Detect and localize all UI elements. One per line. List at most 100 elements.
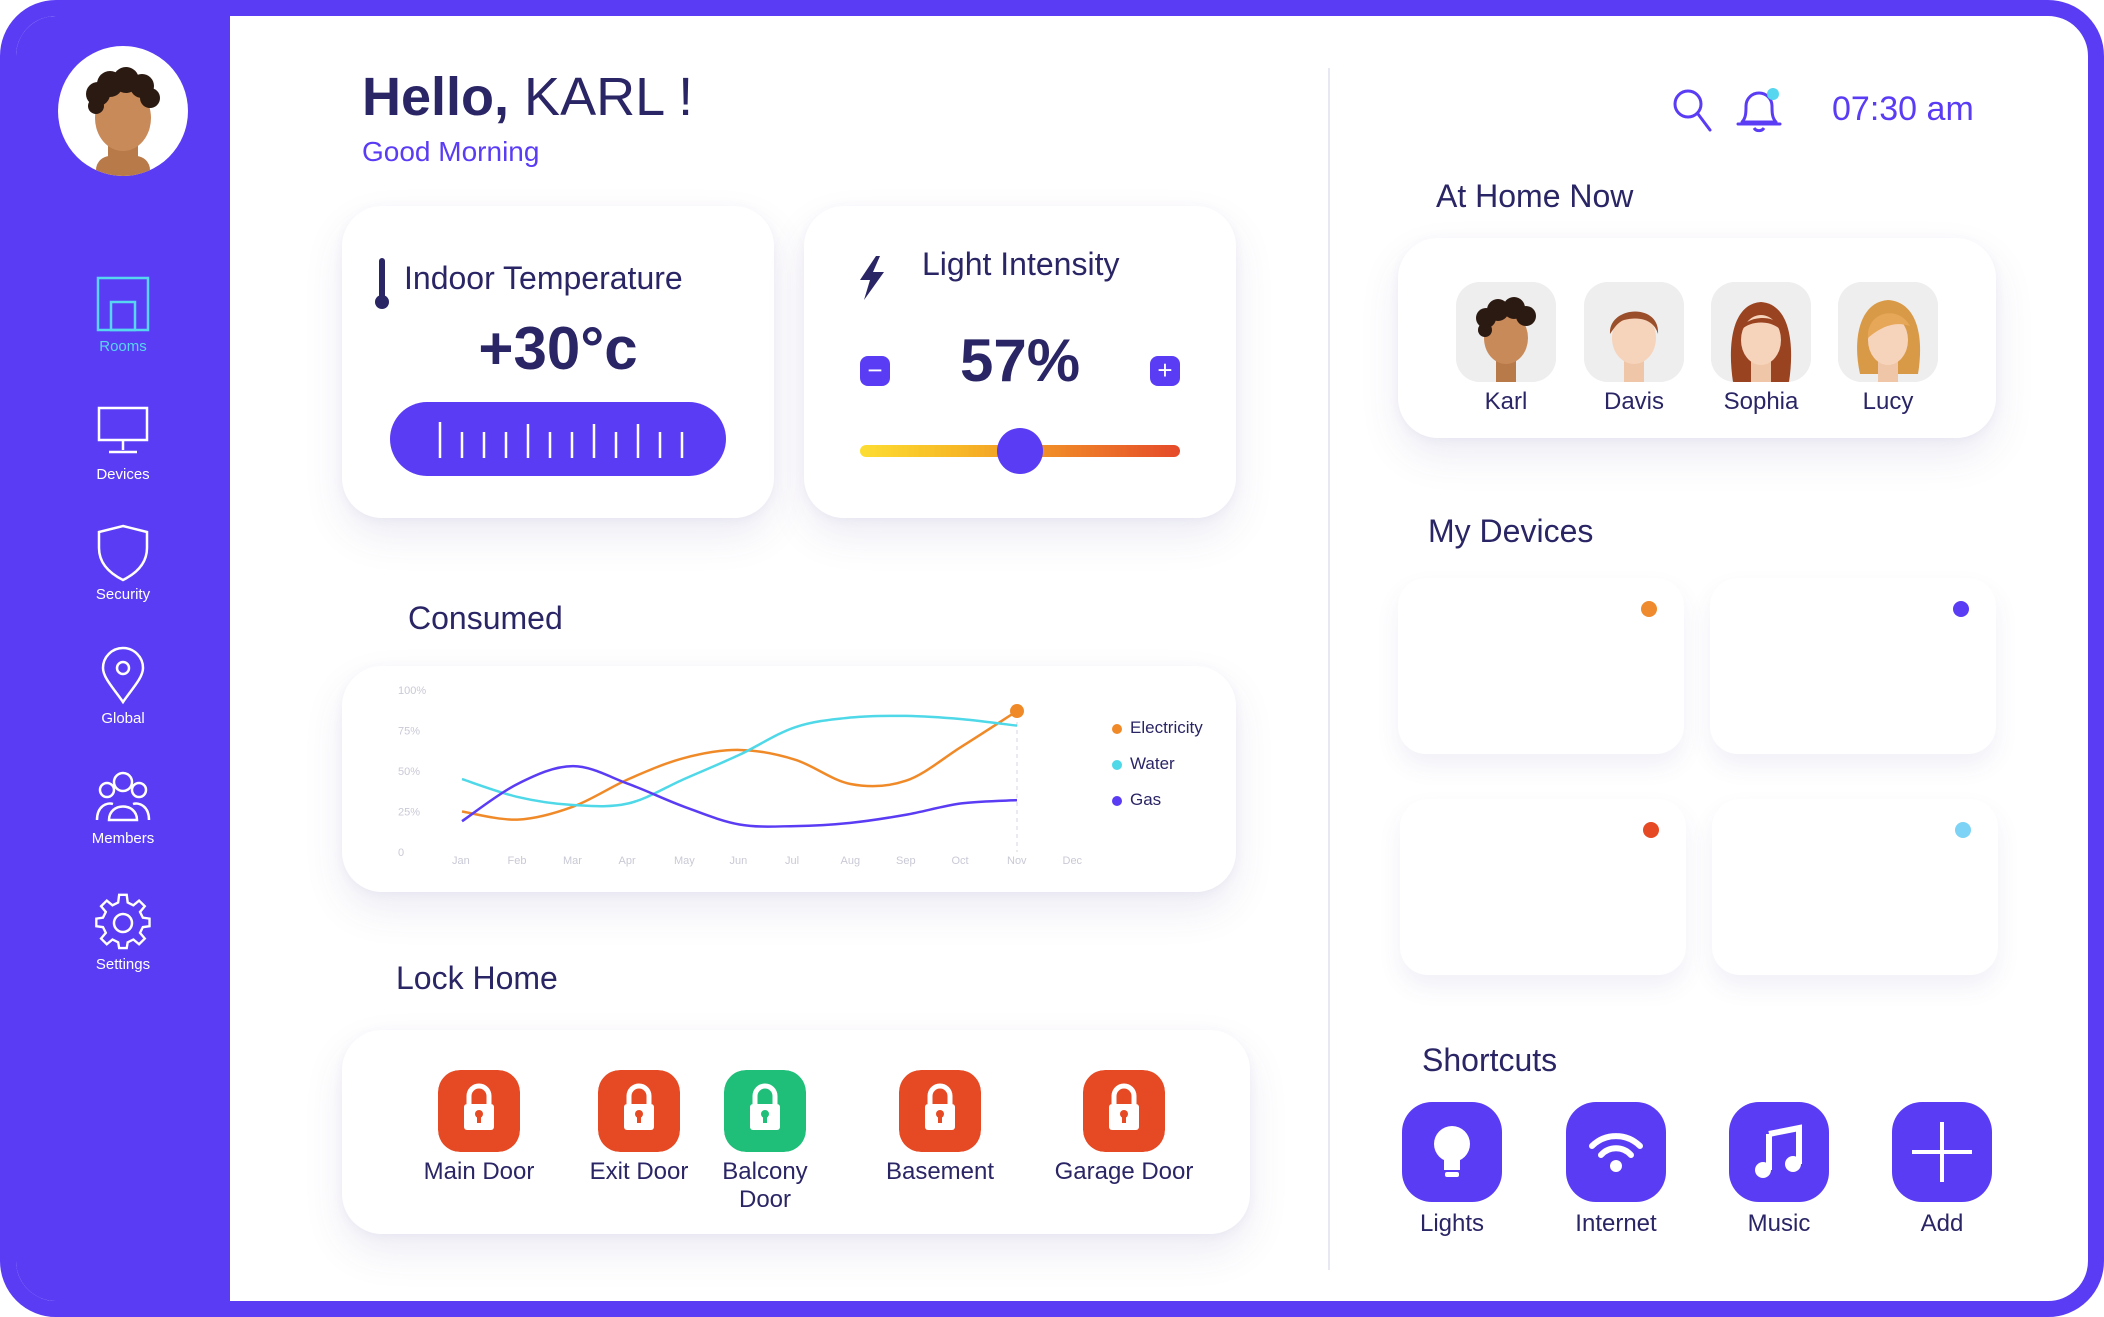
y-tick-label: 50% <box>398 766 420 778</box>
greeting-subtitle: Good Morning <box>362 136 540 167</box>
temperature-scale-bar[interactable] <box>390 402 726 476</box>
shortcut-button[interactable] <box>1402 1102 1502 1202</box>
sidebar-item-label: Settings <box>95 956 151 973</box>
device-card-music[interactable]: Music <box>1400 799 1686 975</box>
shortcut-lights[interactable]: Lights <box>1382 1102 1522 1238</box>
door-label: Main Door <box>423 1158 535 1185</box>
x-tick-label: May <box>674 855 695 867</box>
member-name: Davis <box>1603 388 1664 415</box>
padlock-icon <box>899 1070 981 1152</box>
lock-home-title: Lock Home <box>396 960 558 996</box>
y-tick-label: 75% <box>398 726 420 738</box>
member-name: Sophia <box>1723 388 1799 415</box>
temperature-title: Indoor Temperature <box>404 260 683 296</box>
at-home-title: At Home Now <box>1436 178 1634 214</box>
highlight-point[interactable] <box>1010 704 1024 719</box>
lock-garage-door[interactable]: Garage Door <box>1039 1070 1209 1186</box>
x-tick-label: Sep <box>896 855 916 867</box>
bulb-icon <box>1434 1126 1470 1177</box>
sidebar-item-label: Rooms <box>99 338 147 355</box>
wifi-icon <box>1589 1133 1643 1172</box>
sidebar-item-label: Members <box>91 830 155 847</box>
x-tick-label: Mar <box>563 855 582 867</box>
x-tick-label: Aug <box>841 855 861 867</box>
door-label: Basement <box>885 1158 995 1185</box>
greeting-title: Hello, KARL ! <box>362 66 693 128</box>
legend-swatch <box>1112 759 1122 770</box>
user-name: KARL ! <box>524 67 694 127</box>
indoor-temperature-card: Indoor Temperature +30°c <box>342 206 774 518</box>
member-name: Lucy <box>1862 388 1914 415</box>
shortcut-label: Lights <box>1419 1210 1485 1237</box>
temperature-ticks <box>438 422 684 458</box>
sidebar-item-rooms[interactable]: Rooms <box>16 274 230 355</box>
light-increase-button[interactable]: + <box>1150 356 1180 386</box>
music-toggle[interactable] <box>1620 819 1662 841</box>
member-sophia[interactable]: Sophia <box>1706 282 1816 416</box>
door-label: Balcony Door <box>722 1158 808 1213</box>
device-card-smart-tv[interactable]: Smart TV <box>1398 578 1684 754</box>
avatar-karl-icon <box>1456 282 1556 382</box>
sidebar-item-devices[interactable]: Devices <box>16 402 230 483</box>
rooms-icon <box>96 276 150 332</box>
y-tick-label: 0 <box>398 847 404 859</box>
shortcut-internet[interactable]: Internet <box>1546 1102 1686 1238</box>
x-tick-label: Jun <box>730 855 748 867</box>
smart-tv-toggle[interactable] <box>1618 598 1660 620</box>
members-icon <box>95 771 151 822</box>
x-tick-label: Jul <box>785 855 799 867</box>
plus-icon <box>1912 1122 1972 1182</box>
shortcut-button[interactable] <box>1729 1102 1829 1202</box>
lock-main-door[interactable]: Main Door <box>394 1070 564 1186</box>
user-avatar[interactable] <box>58 46 188 176</box>
search-icon[interactable] <box>1672 88 1712 134</box>
device-label: Smart TV <box>1438 700 1539 727</box>
shortcut-button[interactable] <box>1566 1102 1666 1202</box>
member-karl[interactable]: Karl <box>1451 282 1561 416</box>
device-label: Lamps <box>1750 700 1823 727</box>
x-tick-label: Dec <box>1063 855 1083 867</box>
shortcut-music[interactable]: Music <box>1709 1102 1849 1238</box>
legend-swatch <box>1112 723 1122 734</box>
legend-label: Water <box>1130 754 1175 773</box>
lock-exit-door[interactable]: Exit Door <box>554 1070 724 1186</box>
legend-swatch <box>1112 795 1122 806</box>
padlock-open-icon <box>724 1070 806 1152</box>
avatar-lucy-icon <box>1838 282 1938 382</box>
sidebar-item-global[interactable]: Global <box>16 646 230 727</box>
light-slider-thumb[interactable] <box>997 428 1043 474</box>
x-tick-label: Nov <box>1007 855 1027 867</box>
air-conditioners-toggle[interactable] <box>1932 819 1974 841</box>
door-label: Exit Door <box>589 1158 689 1185</box>
x-tick-label: Oct <box>952 855 969 867</box>
member-lucy[interactable]: Lucy <box>1833 282 1943 416</box>
lamps-toggle[interactable] <box>1930 598 1972 620</box>
sidebar-item-members[interactable]: Members <box>16 766 230 847</box>
music-note-icon <box>1755 1124 1802 1178</box>
device-card-air-conditioners[interactable]: Air Conditioners <box>1712 799 1998 975</box>
lock-balcony-door[interactable]: Balcony Door <box>700 1070 830 1214</box>
legend-item-water: Water <box>1112 754 1175 774</box>
device-card-lamps[interactable]: Lamps <box>1710 578 1996 754</box>
lightning-icon <box>860 256 884 300</box>
shortcut-add[interactable]: Add <box>1872 1102 2012 1238</box>
x-tick-label: Jan <box>452 855 470 867</box>
lock-basement[interactable]: Basement <box>855 1070 1025 1186</box>
notification-bell-icon[interactable] <box>1734 84 1784 136</box>
member-davis[interactable]: Davis <box>1579 282 1689 416</box>
consumed-title: Consumed <box>408 600 563 636</box>
device-label: Music <box>1440 921 1503 948</box>
sidebar-item-settings[interactable]: Settings <box>16 892 230 973</box>
legend-item-electricity: Electricity <box>1112 718 1203 738</box>
location-pin-icon <box>101 646 145 705</box>
padlock-icon <box>438 1070 520 1152</box>
temperature-value: +30°c <box>478 315 638 382</box>
legend-label: Electricity <box>1130 718 1203 737</box>
sidebar-item-label: Global <box>101 710 145 727</box>
monitor-icon <box>97 406 149 454</box>
sidebar-item-security[interactable]: Security <box>16 522 230 603</box>
y-tick-label: 25% <box>398 807 420 819</box>
member-name: Karl <box>1484 388 1528 415</box>
shortcut-button[interactable] <box>1892 1102 1992 1202</box>
avatar-sophia-icon <box>1711 282 1811 382</box>
